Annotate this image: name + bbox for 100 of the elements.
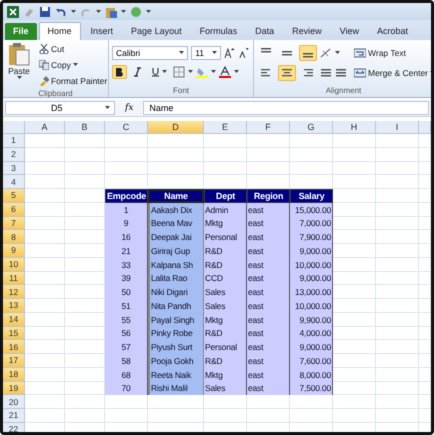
empty-cell[interactable]	[419, 216, 431, 230]
empty-cell[interactable]	[204, 148, 247, 162]
decrease-indent-icon[interactable]	[320, 67, 332, 79]
empty-cell[interactable]	[419, 354, 431, 368]
caret-icon[interactable]	[72, 63, 78, 67]
ribbon-tab[interactable]: Data	[247, 23, 282, 40]
empty-cell[interactable]	[105, 134, 148, 148]
empty-cell[interactable]	[419, 285, 431, 299]
empty-cell[interactable]	[148, 134, 204, 148]
empty-cell[interactable]	[247, 395, 290, 409]
orientation-icon[interactable]	[320, 47, 332, 59]
empty-cell[interactable]	[419, 340, 431, 354]
ribbon-tab[interactable]: Acrobat	[369, 23, 416, 40]
row-header[interactable]: 18	[3, 368, 25, 382]
center-align-icon[interactable]	[281, 67, 293, 79]
empty-cell[interactable]	[419, 272, 431, 286]
cut-button[interactable]: Cut	[36, 42, 110, 56]
empty-cell[interactable]	[148, 409, 204, 423]
merge-center-button[interactable]: Merge & Center	[351, 65, 431, 81]
empty-cell[interactable]	[419, 189, 431, 203]
insert-function-button[interactable]: fx	[119, 103, 140, 113]
column-header[interactable]: F	[247, 121, 290, 134]
empty-cell[interactable]	[105, 148, 148, 162]
row-header[interactable]: 9	[3, 244, 25, 258]
column-header[interactable]: D	[148, 121, 204, 134]
empty-cell[interactable]	[419, 312, 431, 326]
empty-cell[interactable]	[105, 409, 148, 423]
empty-cell[interactable]	[419, 395, 431, 409]
caret-icon[interactable]	[96, 10, 101, 14]
column-header[interactable]: B	[65, 121, 105, 134]
copy-icon[interactable]	[39, 60, 49, 70]
empty-cell[interactable]	[419, 299, 431, 313]
row-header[interactable]: 19	[3, 382, 25, 396]
caret-icon[interactable]	[146, 10, 151, 14]
empty-cell[interactable]	[290, 395, 333, 409]
empty-cell[interactable]	[376, 175, 419, 189]
empty-cell[interactable]	[65, 175, 105, 189]
empty-cell[interactable]	[333, 175, 376, 189]
name-box[interactable]: D5	[5, 101, 115, 115]
empty-cell[interactable]	[247, 409, 290, 423]
caret-icon[interactable]	[188, 70, 193, 74]
empty-cell[interactable]	[105, 395, 148, 409]
font-name-field[interactable]: Calibri	[112, 46, 188, 60]
empty-cell[interactable]	[65, 162, 105, 176]
row-header[interactable]: 6	[3, 202, 25, 216]
left-align-icon[interactable]	[260, 67, 272, 79]
caret-icon[interactable]	[121, 10, 126, 14]
row-header[interactable]: 17	[3, 354, 25, 368]
empty-cell[interactable]	[376, 312, 419, 326]
format-painter-button[interactable]: Format Painter	[36, 74, 110, 88]
empty-cell[interactable]	[376, 340, 419, 354]
empty-cell[interactable]	[148, 162, 204, 176]
font-size-field[interactable]: 11	[191, 46, 221, 60]
empty-cell[interactable]	[419, 409, 431, 423]
row-header[interactable]: 3	[3, 162, 25, 176]
row-header[interactable]: 8	[3, 230, 25, 244]
column-header[interactable]: C	[105, 121, 148, 134]
column-header[interactable]: H	[333, 121, 376, 134]
empty-cell[interactable]	[419, 244, 431, 258]
empty-cell[interactable]	[419, 162, 431, 176]
caret-icon[interactable]	[234, 70, 239, 74]
ribbon-tab[interactable]: View	[332, 23, 367, 40]
increase-indent-icon[interactable]	[335, 67, 347, 79]
empty-cell[interactable]	[419, 258, 431, 272]
empty-cell[interactable]	[419, 368, 431, 382]
empty-cell[interactable]	[376, 285, 419, 299]
column-header[interactable]: I	[376, 121, 419, 134]
brush-icon[interactable]	[39, 76, 49, 86]
empty-cell[interactable]	[65, 395, 105, 409]
empty-cell[interactable]	[290, 134, 333, 148]
empty-cell[interactable]	[148, 395, 204, 409]
formula-field[interactable]: Name	[143, 101, 429, 115]
scissors-icon[interactable]	[39, 44, 49, 54]
empty-cell[interactable]	[333, 395, 376, 409]
empty-cell[interactable]	[376, 382, 419, 396]
empty-cell[interactable]	[376, 244, 419, 258]
empty-cell[interactable]	[65, 409, 105, 423]
empty-cell[interactable]	[105, 162, 148, 176]
empty-cell[interactable]	[204, 395, 247, 409]
ribbon-tab[interactable]: File	[5, 23, 37, 40]
row-header[interactable]: 20	[3, 395, 25, 409]
empty-cell[interactable]	[247, 134, 290, 148]
caret-icon[interactable]	[211, 70, 216, 74]
empty-cell[interactable]	[376, 230, 419, 244]
empty-cell[interactable]	[290, 162, 333, 176]
empty-cell[interactable]	[376, 395, 419, 409]
empty-cell[interactable]	[65, 134, 105, 148]
empty-cell[interactable]	[419, 382, 431, 396]
empty-cell[interactable]	[333, 148, 376, 162]
row-header[interactable]: 11	[3, 272, 25, 286]
italic-icon[interactable]	[133, 67, 142, 77]
bottom-align-button[interactable]	[299, 45, 317, 61]
column-header[interactable]: A	[25, 121, 65, 134]
column-header[interactable]: G	[290, 121, 333, 134]
empty-cell[interactable]	[333, 162, 376, 176]
empty-cell[interactable]	[419, 202, 431, 216]
wrap-text-button[interactable]: Wrap Text	[351, 45, 431, 61]
circle-icon[interactable]	[130, 6, 142, 18]
row-header[interactable]: 7	[3, 216, 25, 230]
select-all-button[interactable]	[3, 121, 25, 134]
